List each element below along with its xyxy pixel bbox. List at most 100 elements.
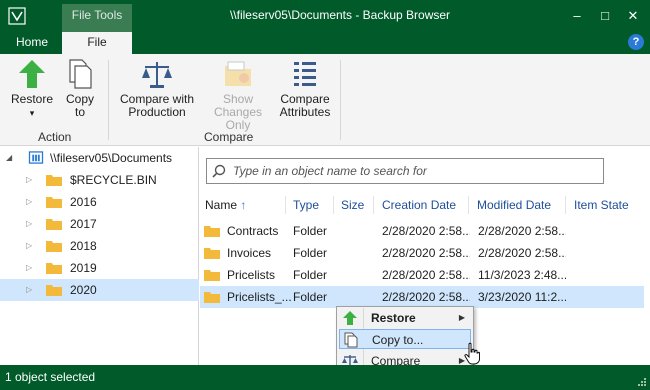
compare-with-production-line2: Production (128, 105, 186, 119)
table-row[interactable]: Contracts Folder 2/28/2020 2:58... 2/28/… (200, 220, 644, 242)
restore-button[interactable]: Restore ▾ (8, 58, 56, 120)
file-name: Contracts (227, 224, 279, 238)
tab-file[interactable]: File (62, 32, 132, 54)
restore-arrow-icon (19, 60, 45, 88)
column-header-type[interactable]: Type (293, 198, 319, 212)
file-type: Folder (293, 290, 328, 304)
column-header-modified-date[interactable]: Modified Date (477, 198, 551, 212)
tree-item-2016[interactable]: ▷ 2016 (0, 191, 199, 213)
folder-icon (46, 241, 62, 252)
column-header-size[interactable]: Size (341, 198, 364, 212)
tree-item-label: 2017 (70, 217, 97, 231)
tree-item-label: 2020 (70, 283, 97, 297)
column-header-item-state[interactable]: Item State (574, 198, 629, 212)
context-menu: Restore ▶ Copy to... Compare ▶ (336, 306, 474, 372)
column-divider[interactable] (333, 196, 334, 214)
show-changes-icon (225, 61, 251, 86)
copy-label-line2: to (74, 105, 85, 119)
file-modified-date: 3/23/2020 11:2... (478, 290, 566, 304)
group-label-action: Action (38, 130, 72, 144)
folder-icon (204, 226, 220, 237)
file-type: Folder (293, 246, 328, 260)
column-divider[interactable] (285, 196, 286, 214)
show-changes-only-button[interactable]: Show Changes Only (200, 58, 276, 132)
folder-icon (204, 248, 220, 259)
column-divider[interactable] (373, 196, 374, 214)
expand-arrow-icon[interactable]: ▷ (26, 241, 34, 251)
column-divider[interactable] (565, 196, 566, 214)
search-placeholder: Type in an object name to search for (233, 164, 427, 178)
tree-item-label: 2019 (70, 261, 97, 275)
table-row[interactable]: Pricelists Folder 2/28/2020 2:58... 11/3… (200, 264, 644, 286)
menu-item-copy-to[interactable]: Copy to... (339, 329, 471, 349)
folder-icon (204, 270, 220, 281)
file-type: Folder (293, 268, 328, 282)
restore-dropdown-icon: ▾ (29, 108, 35, 118)
submenu-arrow-icon: ▶ (458, 313, 465, 322)
table-row[interactable]: Invoices Folder 2/28/2020 2:58... 2/28/2… (200, 242, 644, 264)
file-creation-date: 2/28/2020 2:58... (382, 268, 470, 282)
tree-item-2017[interactable]: ▷ 2017 (0, 213, 199, 235)
tree-item-2019[interactable]: ▷ 2019 (0, 257, 199, 279)
column-header-creation-date[interactable]: Creation Date (382, 198, 456, 212)
menu-item-restore[interactable]: Restore ▶ (339, 308, 471, 328)
restore-label: Restore (10, 92, 54, 106)
compare-attributes-line2: Attributes (279, 105, 331, 119)
ribbon-separator-end (340, 60, 341, 140)
table-row-selected[interactable]: Pricelists_... Folder 2/28/2020 2:58... … (200, 286, 644, 308)
tree-item-2020[interactable]: ▷ 2020 (0, 279, 199, 301)
column-divider[interactable] (468, 196, 469, 214)
tree-root[interactable]: ◢ \\fileserv05\Documents (0, 147, 199, 169)
status-text: 1 object selected (5, 370, 96, 384)
folder-icon (46, 175, 62, 186)
folder-icon (46, 197, 62, 208)
server-share-icon (28, 151, 44, 164)
file-name: Invoices (227, 246, 272, 260)
scales-icon (142, 62, 172, 88)
show-changes-line1: Show (222, 92, 254, 106)
collapse-arrow-icon[interactable]: ◢ (6, 153, 14, 163)
copy-icon (344, 332, 358, 348)
tab-home[interactable]: Home (6, 32, 58, 54)
expand-arrow-icon[interactable]: ▷ (26, 175, 34, 185)
tree-item-2018[interactable]: ▷ 2018 (0, 235, 199, 257)
expand-arrow-icon[interactable]: ▷ (26, 263, 34, 273)
restore-arrow-icon (343, 311, 357, 325)
folder-icon (46, 219, 62, 230)
expand-arrow-icon[interactable]: ▷ (26, 219, 34, 229)
minimize-button[interactable]: – (566, 6, 588, 26)
column-header-name[interactable]: Name ↑ (205, 198, 246, 212)
menu-item-label: Restore (371, 311, 416, 325)
file-modified-date: 11/3/2023 2:48... (478, 268, 566, 282)
maximize-button[interactable]: □ (594, 6, 616, 26)
tree-root-label: \\fileserv05\Documents (50, 151, 173, 165)
file-name: Pricelists (227, 268, 276, 282)
search-input[interactable]: Type in an object name to search for (206, 158, 604, 184)
title-bar: File Tools \\fileserv05\Documents - Back… (0, 0, 650, 32)
compare-with-production-button[interactable]: Compare with Production (116, 58, 198, 119)
tree-item-recycle-bin[interactable]: ▷ $RECYCLE.BIN (0, 169, 199, 191)
help-icon[interactable]: ? (628, 34, 644, 50)
expand-arrow-icon[interactable]: ▷ (26, 197, 34, 207)
file-name: Pricelists_... (227, 290, 291, 304)
copy-to-button[interactable]: Copy to (60, 58, 100, 119)
folder-icon (46, 263, 62, 274)
column-name-label: Name (205, 198, 238, 212)
search-icon (212, 164, 226, 178)
close-button[interactable]: ✕ (622, 6, 644, 26)
ribbon: Restore ▾ Copy to Action Compare with Pr… (0, 54, 650, 146)
resize-grip-icon[interactable] (637, 377, 647, 387)
compare-attributes-button[interactable]: Compare Attributes (276, 58, 334, 119)
window-title: \\fileserv05\Documents - Backup Browser (229, 8, 451, 22)
file-creation-date: 2/28/2020 2:58... (382, 224, 470, 238)
compare-attributes-line1: Compare (280, 92, 330, 106)
ribbon-tab-row: Home File ? (0, 32, 650, 54)
expand-arrow-icon[interactable]: ▷ (26, 285, 34, 295)
copy-label-line1: Copy (65, 92, 94, 106)
file-creation-date: 2/28/2020 2:58... (382, 246, 470, 260)
status-bar: 1 object selected (0, 365, 650, 390)
copy-icon (69, 59, 92, 89)
show-changes-line2: Changes Only (213, 105, 263, 132)
file-modified-date: 2/28/2020 2:58... (478, 224, 566, 238)
file-modified-date: 2/28/2020 2:58... (478, 246, 566, 260)
